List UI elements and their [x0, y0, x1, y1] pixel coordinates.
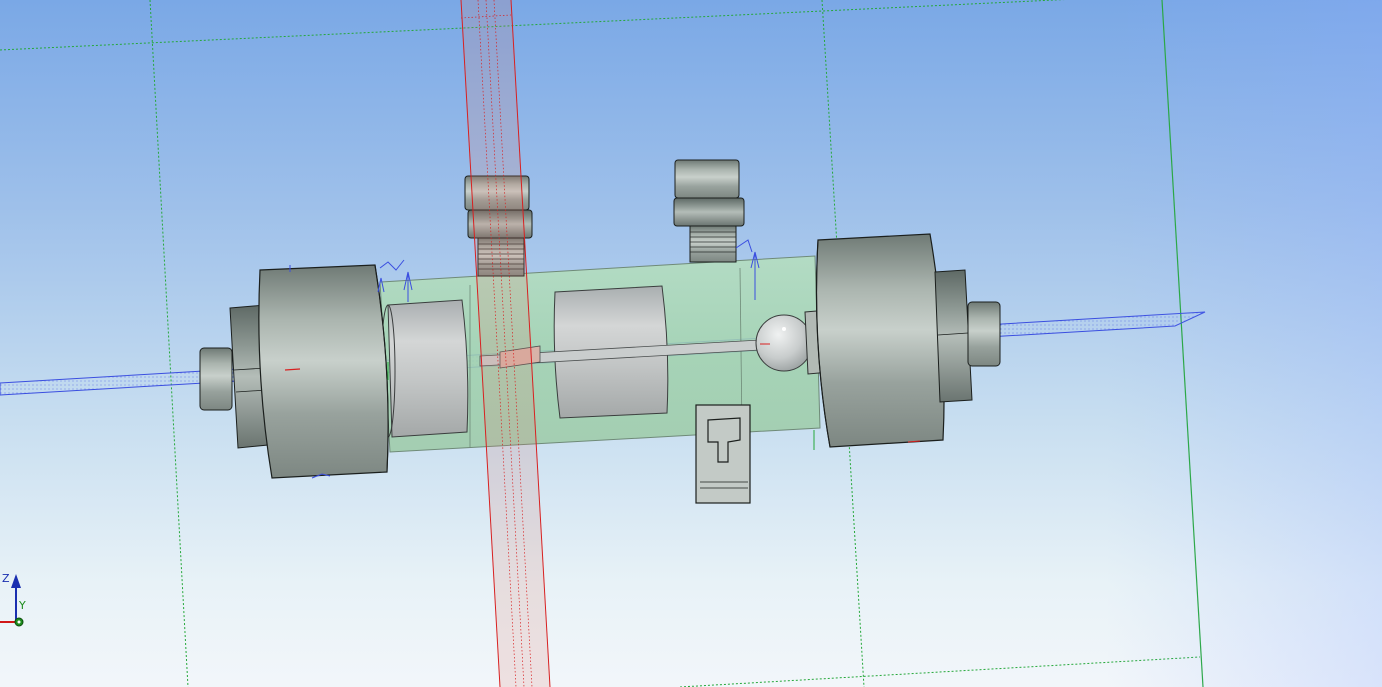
inner-sleeve-left[interactable] [380, 299, 469, 438]
outlet-port-fitting[interactable] [673, 159, 745, 263]
check-ball[interactable] [755, 314, 813, 372]
triad-z-label: Z [2, 572, 10, 585]
triad-y-label: Y [18, 599, 26, 612]
triad-z-arrow [11, 574, 21, 588]
left-end-cap[interactable] [199, 264, 389, 479]
cad-3d-viewport[interactable]: Z Y [0, 0, 1382, 687]
cad-scene[interactable] [0, 0, 1382, 687]
orientation-triad[interactable]: Z Y [0, 570, 40, 630]
electrical-connector[interactable] [695, 404, 751, 504]
right-end-cap[interactable] [815, 233, 1001, 448]
grid-edge-right [1161, 0, 1204, 687]
